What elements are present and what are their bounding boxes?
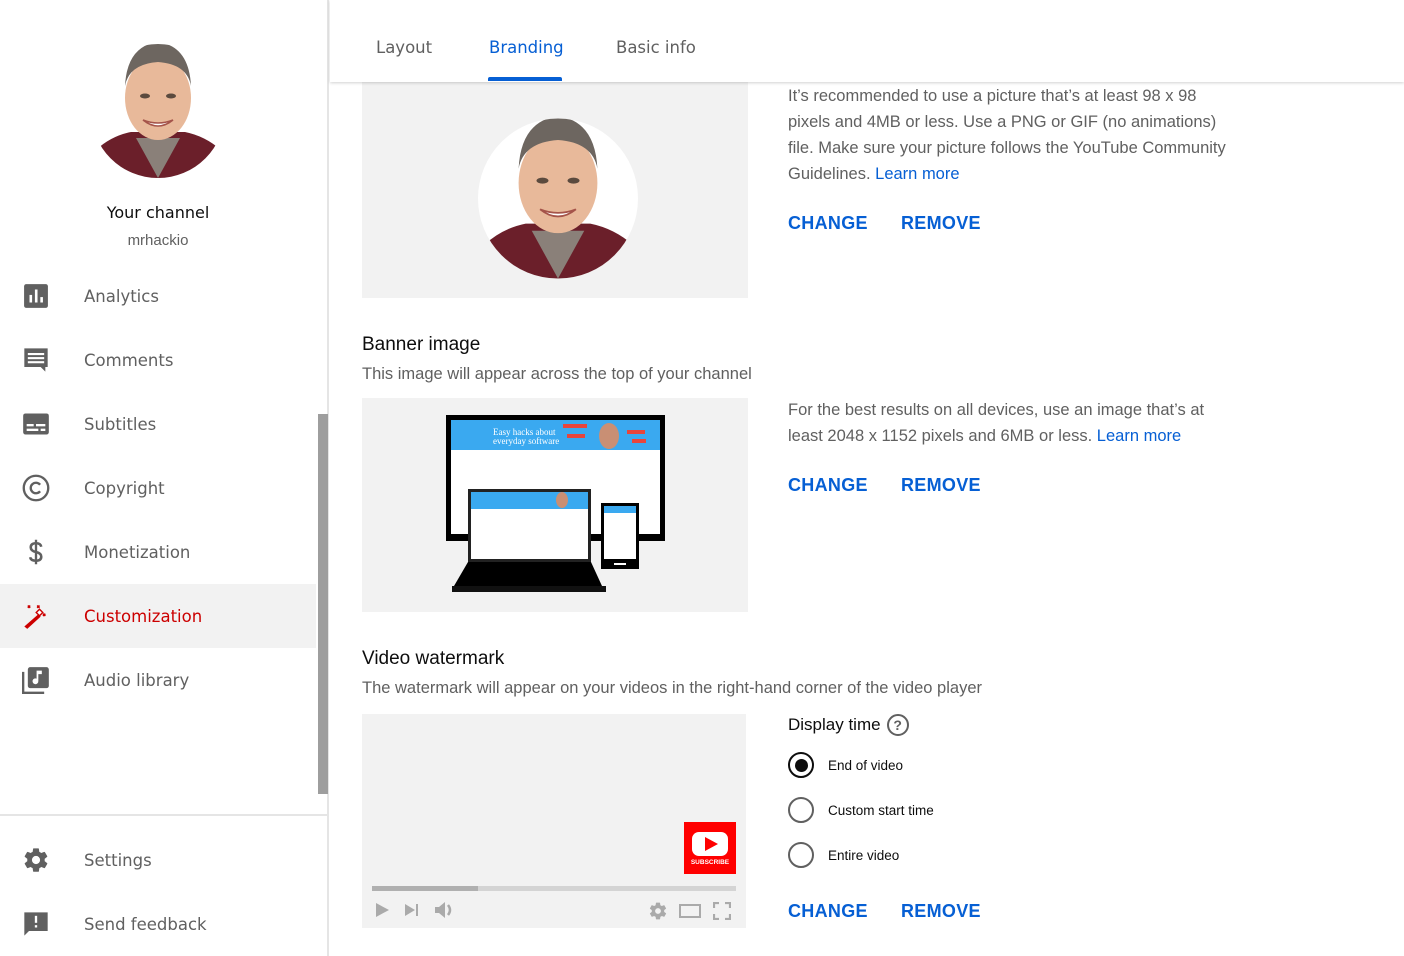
sidebar: Your channel mrhackio Analytics Comments… <box>0 0 329 956</box>
devices-illustration: Easy hacks about everyday software <box>446 415 665 592</box>
subscribe-label: SUBSCRIBE <box>690 858 730 866</box>
watermark-preview: SUBSCRIBE <box>362 714 746 928</box>
sidebar-item-label: Send feedback <box>84 914 207 934</box>
sidebar-item-label: Subtitles <box>84 414 157 434</box>
fullscreen-icon <box>713 902 731 920</box>
radio-label: Custom start time <box>828 802 934 818</box>
copyright-icon <box>22 474 50 502</box>
picture-description-text: It’s recommended to use a picture that’s… <box>788 87 1226 183</box>
picture-remove-button[interactable]: REMOVE <box>901 213 981 234</box>
profile-picture-preview <box>362 82 748 298</box>
tab-layout[interactable]: Layout <box>376 38 432 57</box>
sidebar-nav: Analytics Comments Subtitles Copyright M… <box>0 264 316 712</box>
banner-learn-more-link[interactable]: Learn more <box>1097 427 1181 445</box>
watermark-change-button[interactable]: CHANGE <box>788 901 868 922</box>
sidebar-item-label: Analytics <box>84 286 159 306</box>
sidebar-item-monetization[interactable]: Monetization <box>0 520 316 584</box>
radio-custom-start-time[interactable]: Custom start time <box>788 797 934 823</box>
channel-avatar[interactable] <box>91 28 225 178</box>
active-tab-indicator <box>488 77 562 81</box>
radio-button[interactable] <box>788 797 814 823</box>
tab-branding[interactable]: Branding <box>489 38 564 57</box>
sidebar-item-customization[interactable]: Customization <box>0 584 316 648</box>
sidebar-item-audio-library[interactable]: Audio library <box>0 648 316 712</box>
banner-subtitle: This image will appear across the top of… <box>362 365 752 383</box>
sidebar-item-label: Audio library <box>84 670 190 690</box>
sidebar-item-label: Settings <box>84 850 152 870</box>
display-time-label: Display time ? <box>788 714 909 736</box>
sidebar-item-subtitles[interactable]: Subtitles <box>0 392 316 456</box>
subtitles-icon <box>22 410 50 438</box>
help-icon[interactable]: ? <box>886 714 909 736</box>
comments-icon <box>22 346 50 374</box>
banner-preview: Easy hacks about everyday software <box>362 398 748 612</box>
video-progress-bar[interactable] <box>372 886 736 891</box>
radio-label: End of video <box>828 757 904 773</box>
youtube-play-icon <box>692 831 728 856</box>
dollar-icon <box>22 538 50 566</box>
profile-picture-image <box>478 118 638 279</box>
analytics-icon <box>22 282 50 310</box>
sidebar-item-label: Monetization <box>84 542 191 562</box>
magic-wand-icon <box>22 602 50 630</box>
play-icon <box>376 903 389 917</box>
sidebar-item-settings[interactable]: Settings <box>0 828 316 892</box>
sidebar-item-label: Comments <box>84 350 174 370</box>
sidebar-item-copyright[interactable]: Copyright <box>0 456 316 520</box>
picture-change-button[interactable]: CHANGE <box>788 213 868 234</box>
sidebar-bottom-nav: Settings Send feedback <box>0 828 316 956</box>
avatar-image <box>91 44 225 178</box>
sidebar-item-label: Customization <box>84 606 203 626</box>
radio-button[interactable] <box>788 752 814 778</box>
radio-end-of-video[interactable]: End of video <box>788 752 903 778</box>
banner-title: Banner image <box>362 334 481 355</box>
picture-description: It’s recommended to use a picture that’s… <box>788 83 1228 187</box>
channel-title: Your channel <box>106 203 210 222</box>
radio-label: Entire video <box>828 847 900 863</box>
display-time-text: Display time <box>788 715 881 734</box>
watermark-subtitle: The watermark will appear on your videos… <box>362 679 982 697</box>
volume-icon <box>435 902 452 918</box>
branding-content: It’s recommended to use a picture that’s… <box>331 82 1404 956</box>
next-icon <box>405 904 418 916</box>
video-progress-fill <box>372 886 478 891</box>
audio-library-icon <box>22 666 50 694</box>
sidebar-divider <box>0 814 329 816</box>
radio-entire-video[interactable]: Entire video <box>788 842 899 868</box>
player-settings-icon <box>649 902 667 920</box>
sidebar-scrollbar[interactable] <box>318 414 328 794</box>
banner-remove-button[interactable]: REMOVE <box>901 475 981 496</box>
banner-description: For the best results on all devices, use… <box>788 397 1238 449</box>
radio-button[interactable] <box>788 842 814 868</box>
watermark-title: Video watermark <box>362 648 505 669</box>
svg-text:everyday software: everyday software <box>493 436 559 446</box>
watermark-remove-button[interactable]: REMOVE <box>901 901 981 922</box>
sidebar-item-analytics[interactable]: Analytics <box>0 264 316 328</box>
picture-learn-more-link[interactable]: Learn more <box>875 165 959 183</box>
banner-change-button[interactable]: CHANGE <box>788 475 868 496</box>
feedback-icon <box>22 910 50 938</box>
sidebar-item-label: Copyright <box>84 478 165 498</box>
sidebar-item-comments[interactable]: Comments <box>0 328 316 392</box>
sidebar-item-send-feedback[interactable]: Send feedback <box>0 892 316 956</box>
tab-bar: Layout Branding Basic info <box>330 0 1404 82</box>
tab-basic-info[interactable]: Basic info <box>616 38 696 57</box>
gear-icon <box>22 846 50 874</box>
theater-mode-icon <box>679 904 701 918</box>
channel-handle: mrhackio <box>127 232 189 249</box>
subscribe-watermark: SUBSCRIBE <box>684 822 736 874</box>
